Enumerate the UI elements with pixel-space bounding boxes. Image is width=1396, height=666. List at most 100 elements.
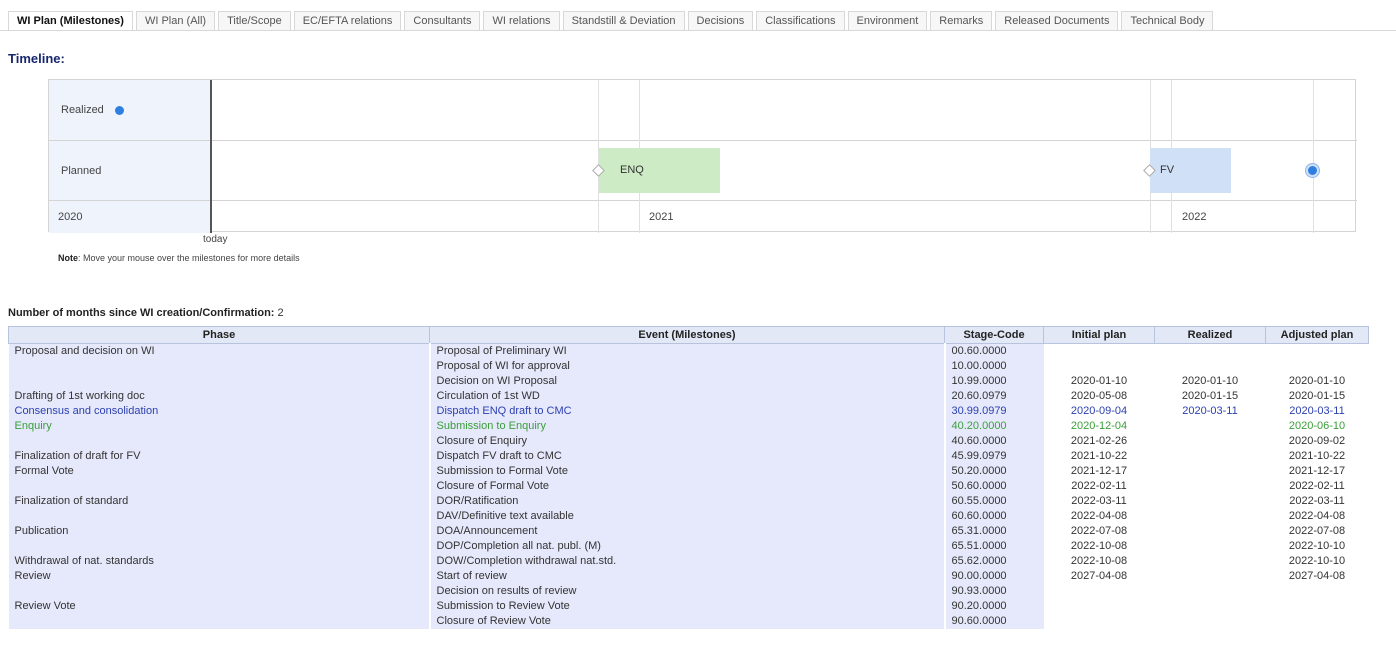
event-cell: Circulation of 1st WD xyxy=(429,388,946,404)
note-prefix: Note xyxy=(58,253,78,263)
stage-code-cell: 65.62.0000 xyxy=(944,553,1044,569)
realized-cell: 2020-03-11 xyxy=(1154,403,1266,419)
realized-milestone-dot[interactable] xyxy=(115,106,124,115)
table-header-row: Phase Event (Milestones) Stage-Code Init… xyxy=(8,326,1369,344)
timeline-row-planned: Planned xyxy=(61,165,102,177)
adjusted-plan-cell xyxy=(1265,598,1369,614)
event-cell: Closure of Formal Vote xyxy=(429,478,946,494)
event-cell: Submission to Enquiry xyxy=(429,418,946,434)
planned-end-milestone-dot[interactable] xyxy=(1306,164,1319,177)
tab-classifications[interactable]: Classifications xyxy=(756,11,845,31)
stage-code-cell: 90.00.0000 xyxy=(944,568,1044,584)
initial-plan-cell: 2022-04-08 xyxy=(1043,508,1155,524)
column-header-realized[interactable]: Realized xyxy=(1154,326,1266,344)
timeline-row-divider xyxy=(49,200,1357,201)
realized-cell xyxy=(1154,418,1266,434)
tab-environment[interactable]: Environment xyxy=(847,11,928,31)
phase-cell xyxy=(8,358,431,374)
months-label: Number of months since WI creation/Confi… xyxy=(8,307,275,319)
column-header-event[interactable]: Event (Milestones) xyxy=(429,326,945,344)
column-header-phase[interactable]: Phase xyxy=(8,326,430,344)
initial-plan-cell: 2027-04-08 xyxy=(1043,568,1155,584)
phase-cell: Formal Vote xyxy=(8,463,431,479)
tab-bar: WI Plan (Milestones) WI Plan (All) Title/S… xyxy=(8,11,1216,31)
tab-ec-efta-relations[interactable]: EC/EFTA relations xyxy=(293,11,402,31)
event-cell: DOA/Announcement xyxy=(429,523,946,539)
event-cell: Submission to Review Vote xyxy=(429,598,946,614)
stage-code-cell: 90.20.0000 xyxy=(944,598,1044,614)
phase-cell: Review Vote xyxy=(8,598,431,614)
realized-cell xyxy=(1154,508,1266,524)
year-label: 2022 xyxy=(1182,211,1207,223)
stage-code-cell: 60.60.0000 xyxy=(944,508,1044,524)
event-cell: Decision on WI Proposal xyxy=(429,373,946,389)
phase-cell xyxy=(8,373,431,389)
adjusted-plan-cell: 2022-02-11 xyxy=(1265,478,1369,494)
timeline-heading: Timeline: xyxy=(8,51,65,66)
column-header-adjusted-plan[interactable]: Adjusted plan xyxy=(1265,326,1369,344)
tab-wi-plan-all[interactable]: WI Plan (All) xyxy=(135,11,216,31)
column-header-initial-plan[interactable]: Initial plan xyxy=(1043,326,1155,344)
table-row: DAV/Definitive text available 60.60.0000 2… xyxy=(8,508,1369,524)
stage-code-cell: 65.31.0000 xyxy=(944,523,1044,539)
timeline-row-realized: Realized xyxy=(61,104,104,116)
initial-plan-cell xyxy=(1043,358,1155,374)
table-row: Formal Vote Submission to Formal Vote 50.2… xyxy=(8,463,1369,479)
realized-cell xyxy=(1154,493,1266,509)
stage-code-cell: 40.60.0000 xyxy=(944,433,1044,449)
tab-wi-relations[interactable]: WI relations xyxy=(483,11,560,31)
table-row: Drafting of 1st working doc Circulation o… xyxy=(8,388,1369,404)
tab-consultants[interactable]: Consultants xyxy=(404,11,481,31)
realized-cell xyxy=(1154,463,1266,479)
phase-cell xyxy=(8,583,431,599)
tab-wi-plan-milestones[interactable]: WI Plan (Milestones) xyxy=(8,11,133,31)
fv-bar-label: FV xyxy=(1160,164,1175,176)
table-row: Proposal of WI for approval 10.00.0000 xyxy=(8,358,1369,374)
column-header-stage-code[interactable]: Stage-Code xyxy=(944,326,1044,344)
table-row: Proposal and decision on WI Proposal of P… xyxy=(8,343,1369,359)
initial-plan-cell: 2021-10-22 xyxy=(1043,448,1155,464)
adjusted-plan-cell: 2022-10-10 xyxy=(1265,538,1369,554)
stage-code-cell: 40.20.0000 xyxy=(944,418,1044,434)
initial-plan-cell xyxy=(1043,343,1155,359)
enq-bar[interactable]: ENQ xyxy=(599,148,720,193)
months-value: 2 xyxy=(274,307,284,319)
tab-decisions[interactable]: Decisions xyxy=(687,11,754,31)
year-label: 2021 xyxy=(649,211,674,223)
adjusted-plan-cell: 2020-09-02 xyxy=(1265,433,1369,449)
phase-cell: Review xyxy=(8,568,431,584)
adjusted-plan-cell: 2022-03-11 xyxy=(1265,493,1369,509)
tab-divider xyxy=(0,30,1396,31)
tab-standstill-deviation[interactable]: Standstill & Deviation xyxy=(562,11,685,31)
months-since-creation: Number of months since WI creation/Confi… xyxy=(8,307,284,319)
event-cell: DOW/Completion withdrawal nat.std. xyxy=(429,553,946,569)
adjusted-plan-cell: 2022-04-08 xyxy=(1265,508,1369,524)
adjusted-plan-cell: 2020-01-10 xyxy=(1265,373,1369,389)
adjusted-plan-cell xyxy=(1265,613,1369,629)
stage-code-cell: 50.20.0000 xyxy=(944,463,1044,479)
table-row: Finalization of standard DOR/Ratification… xyxy=(8,493,1369,509)
event-cell: Dispatch FV draft to CMC xyxy=(429,448,946,464)
initial-plan-cell: 2020-09-04 xyxy=(1043,403,1155,419)
timeline-row-divider xyxy=(49,140,1357,141)
tab-released-documents[interactable]: Released Documents xyxy=(995,11,1119,31)
initial-plan-cell: 2020-05-08 xyxy=(1043,388,1155,404)
table-row: Decision on results of review 90.93.0000 xyxy=(8,583,1369,599)
initial-plan-cell xyxy=(1043,598,1155,614)
today-label: today xyxy=(203,234,228,245)
initial-plan-cell: 2022-07-08 xyxy=(1043,523,1155,539)
tab-technical-body[interactable]: Technical Body xyxy=(1121,11,1214,31)
tab-remarks[interactable]: Remarks xyxy=(930,11,993,31)
initial-plan-cell: 2022-02-11 xyxy=(1043,478,1155,494)
adjusted-plan-cell: 2022-10-10 xyxy=(1265,553,1369,569)
event-cell: Start of review xyxy=(429,568,946,584)
table-row: Consensus and consolidation Dispatch ENQ … xyxy=(8,403,1369,419)
realized-cell xyxy=(1154,343,1266,359)
tab-title-scope[interactable]: Title/Scope xyxy=(218,11,291,31)
event-cell: Submission to Formal Vote xyxy=(429,463,946,479)
initial-plan-cell xyxy=(1043,583,1155,599)
milestones-table: Phase Event (Milestones) Stage-Code Init… xyxy=(8,326,1369,629)
event-cell: DOP/Completion all nat. publ. (M) xyxy=(429,538,946,554)
stage-code-cell: 60.55.0000 xyxy=(944,493,1044,509)
fv-bar[interactable]: FV xyxy=(1150,148,1231,193)
